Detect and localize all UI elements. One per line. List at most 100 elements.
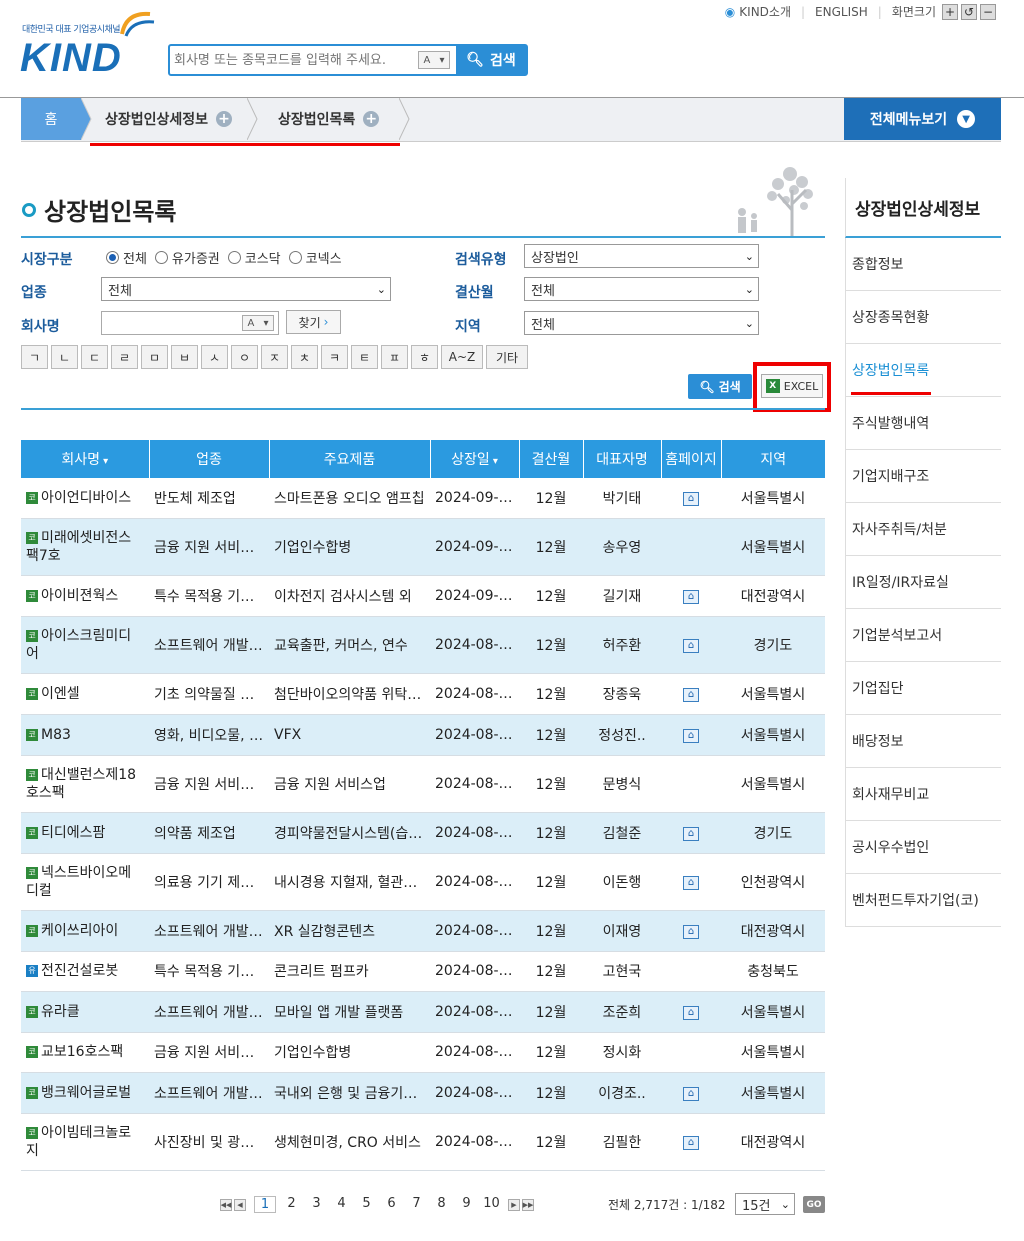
- company-name-cell[interactable]: 코 대신밸런스제18호스팩: [21, 755, 149, 813]
- consonant-button[interactable]: ㅂ: [171, 345, 198, 369]
- market-radio-konex[interactable]: 코넥스: [288, 248, 342, 267]
- sidebar-item[interactable]: 벤처펀드투자기업(코): [845, 874, 1001, 927]
- all-menu-button[interactable]: 전체메뉴보기 ▼: [844, 98, 1001, 140]
- company-name-cell[interactable]: 코 이엔셀: [21, 673, 149, 715]
- home-icon[interactable]: ⌂: [683, 876, 699, 890]
- company-name-link[interactable]: 뱅크웨어글로벌: [41, 1085, 131, 1101]
- home-icon[interactable]: ⌂: [683, 1087, 699, 1101]
- consonant-button[interactable]: ㅇ: [231, 345, 258, 369]
- sidebar-item[interactable]: 기업분석보고서: [845, 609, 1001, 662]
- company-name-cell[interactable]: 코 아이스크림미디어: [21, 616, 149, 674]
- sidebar-item[interactable]: 자사주취득/처분: [845, 503, 1001, 556]
- home-icon[interactable]: ⌂: [683, 590, 699, 604]
- sidebar-item[interactable]: 배당정보: [845, 715, 1001, 768]
- search-type-select[interactable]: A ▾: [418, 51, 450, 69]
- page-number[interactable]: 7: [404, 1196, 429, 1213]
- home-icon[interactable]: ⌂: [683, 1136, 699, 1150]
- company-name-cell[interactable]: 코 뱅크웨어글로벌: [21, 1072, 149, 1114]
- kind-intro-link[interactable]: KIND소개: [739, 3, 791, 20]
- zoom-reset-button[interactable]: ↺: [961, 3, 977, 20]
- page-number[interactable]: 5: [354, 1196, 379, 1213]
- sidebar-item[interactable]: 상장법인목록: [845, 344, 1001, 397]
- column-header[interactable]: 회사명 ▾: [21, 440, 150, 478]
- first-page-button[interactable]: ◀◀: [220, 1198, 232, 1211]
- company-name-link[interactable]: 케이쓰리아이: [41, 923, 118, 939]
- sidebar-item[interactable]: 기업집단: [845, 662, 1001, 715]
- market-radio-all[interactable]: 전체: [106, 248, 147, 267]
- search-button[interactable]: 🔍︎ 검색: [456, 46, 526, 74]
- sidebar-item[interactable]: 공시우수법인: [845, 821, 1001, 874]
- company-name-link[interactable]: 넥스트바이오메디컬: [26, 865, 131, 899]
- company-name-cell[interactable]: 코 넥스트바이오메디컬: [21, 853, 149, 911]
- sidebar-item[interactable]: 상장종목현황: [845, 291, 1001, 344]
- sidebar-item[interactable]: IR일정/IR자료실: [845, 556, 1001, 609]
- home-icon[interactable]: ⌂: [683, 925, 699, 939]
- kind-logo[interactable]: KIND: [20, 36, 122, 81]
- next-page-button[interactable]: ▶: [508, 1198, 520, 1211]
- sidebar-item[interactable]: 종합정보: [845, 238, 1001, 291]
- page-number[interactable]: 10: [479, 1196, 504, 1213]
- excel-button[interactable]: X EXCEL: [761, 374, 823, 398]
- prev-page-button[interactable]: ◀: [234, 1198, 246, 1211]
- company-name-link[interactable]: 아이스크림미디어: [26, 628, 131, 662]
- page-number[interactable]: 8: [429, 1196, 454, 1213]
- last-page-button[interactable]: ▶▶: [522, 1198, 534, 1211]
- column-header[interactable]: 상장일 ▾: [430, 440, 520, 478]
- company-name-cell[interactable]: 코 아이빔테크놀로지: [21, 1113, 149, 1171]
- breadcrumb-detail[interactable]: 상장법인상세정보 +: [105, 98, 233, 140]
- page-number[interactable]: 9: [454, 1196, 479, 1213]
- company-name-cell[interactable]: 코 케이쓰리아이: [21, 910, 149, 952]
- sort-icon[interactable]: ▾: [490, 456, 498, 467]
- zoom-in-button[interactable]: +: [942, 3, 958, 20]
- home-icon[interactable]: ⌂: [683, 688, 699, 702]
- company-name-link[interactable]: 전진건설로봇: [41, 963, 118, 979]
- home-icon[interactable]: ⌂: [683, 729, 699, 743]
- company-input[interactable]: A ▾: [101, 311, 279, 335]
- company-name-link[interactable]: 유라클: [41, 1004, 80, 1020]
- company-name-link[interactable]: M83: [41, 727, 71, 743]
- company-name-link[interactable]: 이엔셀: [41, 686, 80, 702]
- find-button[interactable]: 찾기 ›: [286, 310, 341, 334]
- company-name-cell[interactable]: 코 티디에스팜: [21, 812, 149, 854]
- company-name-cell[interactable]: 코 M83: [21, 714, 149, 756]
- company-name-link[interactable]: 아이빔테크놀로지: [26, 1125, 131, 1159]
- consonant-button[interactable]: ㄷ: [81, 345, 108, 369]
- page-number[interactable]: 6: [379, 1196, 404, 1213]
- page-number[interactable]: 4: [329, 1196, 354, 1213]
- page-number[interactable]: 3: [304, 1196, 329, 1213]
- sort-icon[interactable]: ▾: [100, 456, 108, 467]
- consonant-button[interactable]: ㅌ: [351, 345, 378, 369]
- plus-icon[interactable]: +: [216, 111, 233, 127]
- company-name-cell[interactable]: 코 유라클: [21, 991, 149, 1033]
- filter-search-button[interactable]: 🔍︎ 검색: [688, 374, 752, 399]
- consonant-button[interactable]: A~Z: [441, 345, 483, 369]
- company-name-cell[interactable]: 코 교보16호스팩: [21, 1032, 149, 1073]
- home-icon[interactable]: ⌂: [683, 492, 699, 507]
- consonant-button[interactable]: ㄴ: [51, 345, 78, 369]
- consonant-button[interactable]: ㄱ: [21, 345, 48, 369]
- region-select[interactable]: 전체 ⌄: [524, 311, 759, 335]
- consonant-button[interactable]: ㅈ: [261, 345, 288, 369]
- company-name-link[interactable]: 티디에스팜: [41, 825, 105, 841]
- company-name-cell[interactable]: 유 전진건설로봇: [21, 951, 149, 992]
- home-icon[interactable]: ⌂: [683, 1006, 699, 1020]
- company-name-cell[interactable]: 코 아이비젼웍스: [21, 575, 149, 617]
- sidebar-item[interactable]: 기업지배구조: [845, 450, 1001, 503]
- company-name-link[interactable]: 교보16호스팩: [41, 1044, 123, 1060]
- english-link[interactable]: ENGLISH: [815, 5, 868, 19]
- sidebar-item[interactable]: 회사재무비교: [845, 768, 1001, 821]
- consonant-button[interactable]: ㅍ: [381, 345, 408, 369]
- consonant-button[interactable]: ㄹ: [111, 345, 138, 369]
- consonant-button[interactable]: ㅋ: [321, 345, 348, 369]
- company-name-link[interactable]: 아이비젼웍스: [41, 588, 118, 604]
- consonant-button[interactable]: ㅎ: [411, 345, 438, 369]
- go-button[interactable]: GO: [803, 1196, 825, 1213]
- breadcrumb-list[interactable]: 상장법인목록 +: [278, 98, 380, 140]
- consonant-button[interactable]: 기타: [486, 345, 528, 369]
- consonant-button[interactable]: ㅁ: [141, 345, 168, 369]
- home-link[interactable]: 홈: [21, 98, 81, 140]
- company-name-link[interactable]: 대신밸런스제18호스팩: [26, 767, 136, 801]
- home-icon[interactable]: ⌂: [683, 827, 699, 841]
- home-icon[interactable]: ⌂: [683, 639, 699, 653]
- consonant-button[interactable]: ㅊ: [291, 345, 318, 369]
